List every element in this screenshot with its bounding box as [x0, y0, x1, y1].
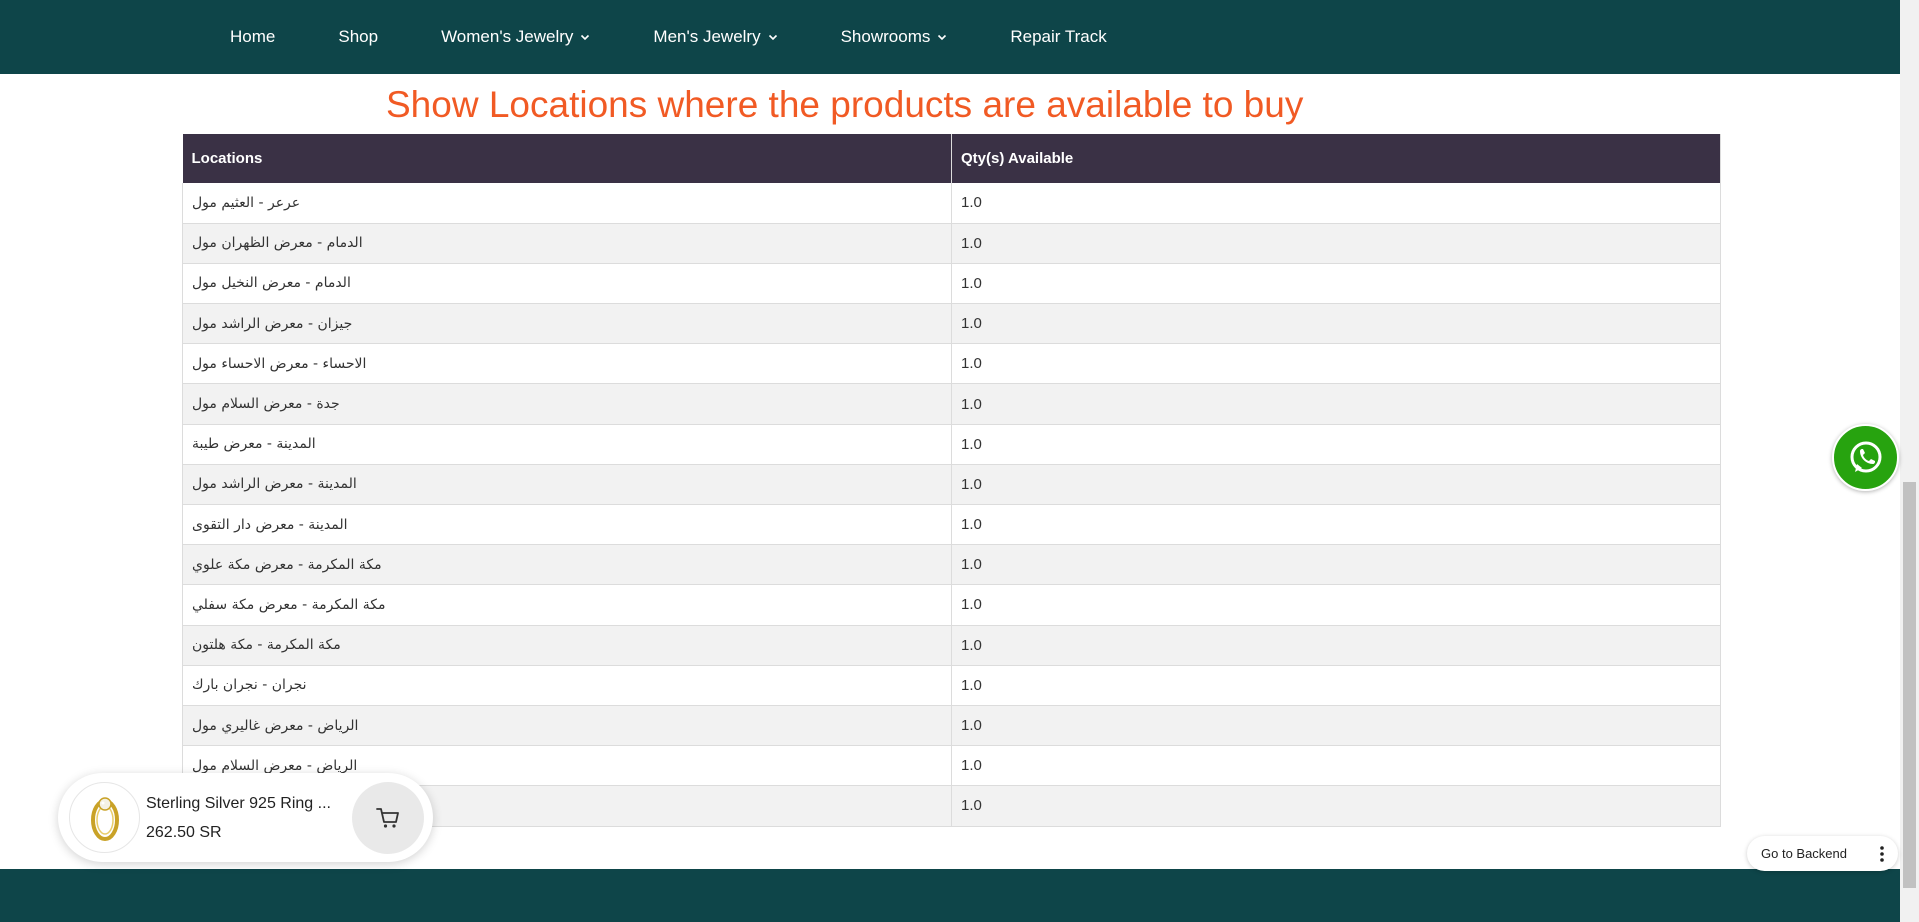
- table-row: مكة المكرمة - معرض مكة سفلي 1.0: [182, 584, 1721, 626]
- nav-item-label: Shop: [338, 27, 379, 46]
- kebab-menu-button[interactable]: [1867, 839, 1896, 868]
- column-header-qty: Qty(s) Available: [951, 134, 1721, 183]
- location-cell: جدة - معرض السلام مول: [182, 383, 952, 425]
- qty-cell: 1.0: [951, 303, 1721, 345]
- table-row: مكة المكرمة - معرض مكة علوي 1.0: [182, 544, 1721, 586]
- location-cell: الدمام - معرض النخيل مول: [182, 263, 952, 305]
- qty-cell: 1.0: [951, 504, 1721, 546]
- nav-item-label: Showrooms: [840, 27, 931, 46]
- qty-cell: 1.0: [951, 183, 1721, 224]
- qty-cell: 1.0: [951, 705, 1721, 747]
- nav-item-home[interactable]: Home: [230, 27, 275, 47]
- page-scrollbar[interactable]: [1900, 0, 1919, 922]
- qty-cell: 1.0: [951, 785, 1721, 827]
- whatsapp-icon: [1850, 441, 1881, 472]
- qty-cell: 1.0: [951, 464, 1721, 506]
- qty-cell: 1.0: [951, 544, 1721, 586]
- whatsapp-button[interactable]: [1832, 424, 1899, 491]
- top-navigation: Home Shop Women's Jewelry Men's Jewelry Show…: [0, 0, 1900, 74]
- locations-table: Locations Qty(s) Available عرعر - العثيم…: [182, 134, 1721, 827]
- nav-item-men-s-jewelry[interactable]: Men's Jewelry: [653, 27, 777, 47]
- qty-cell: 1.0: [951, 263, 1721, 305]
- product-price: 262.50 SR: [146, 824, 222, 841]
- chevron-down-icon: [581, 34, 590, 41]
- table-row: عرعر - العثيم مول 1.0: [182, 183, 1721, 224]
- location-cell: المدينة - معرض طيبة: [182, 424, 952, 465]
- table-row: الدمام - معرض النخيل مول 1.0: [182, 263, 1721, 305]
- kebab-menu-icon: [1879, 845, 1884, 862]
- location-cell: الاحساء - معرض الاحساء مول: [182, 343, 952, 385]
- nav-item-women-s-jewelry[interactable]: Women's Jewelry: [441, 27, 590, 47]
- location-cell: نجران - نجران بارك: [182, 665, 952, 706]
- nav-item-label: Men's Jewelry: [653, 27, 761, 46]
- chevron-down-icon: [768, 34, 777, 41]
- nav-item-shop[interactable]: Shop: [338, 27, 378, 47]
- qty-cell: 1.0: [951, 383, 1721, 425]
- qty-cell: 1.0: [951, 343, 1721, 385]
- chevron-down-icon: [938, 34, 947, 41]
- nav-item-label: Repair Track: [1010, 27, 1107, 46]
- column-header-locations: Locations: [182, 134, 952, 183]
- location-cell: جيزان - معرض الراشد مول: [182, 303, 952, 345]
- table-row: الاحساء - معرض الاحساء مول 1.0: [182, 343, 1721, 385]
- nav-item-label: Women's Jewelry: [441, 27, 574, 46]
- qty-cell: 1.0: [951, 424, 1721, 465]
- nav-item-showrooms[interactable]: Showrooms: [841, 27, 948, 47]
- product-thumbnail[interactable]: [69, 782, 140, 853]
- table-row: الرياض - معرض غاليري مول 1.0: [182, 705, 1721, 747]
- table-row: جيزان - معرض الراشد مول 1.0: [182, 303, 1721, 345]
- table-row: نجران - نجران بارك 1.0: [182, 665, 1721, 706]
- backend-toolbar: Go to Backend: [1747, 836, 1898, 871]
- page-heading: Show Locations where the products are av…: [386, 84, 1304, 125]
- table-row: مكة المكرمة - مكة هلتون 1.0: [182, 625, 1721, 666]
- go-to-backend-link[interactable]: Go to Backend: [1761, 846, 1847, 861]
- qty-cell: 1.0: [951, 745, 1721, 787]
- qty-cell: 1.0: [951, 223, 1721, 264]
- scrollbar-thumb[interactable]: [1903, 482, 1916, 888]
- location-cell: المدينة - معرض الراشد مول: [182, 464, 952, 506]
- footer-bar: [0, 869, 1900, 922]
- location-cell: المدينة - معرض دار التقوى: [182, 504, 952, 546]
- table-row: الدمام - معرض الظهران مول 1.0: [182, 223, 1721, 264]
- table-row: المدينة - معرض دار التقوى 1.0: [182, 504, 1721, 546]
- table-row: المدينة - معرض طيبة 1.0: [182, 424, 1721, 465]
- location-cell: الرياض - معرض غاليري مول: [182, 705, 952, 747]
- location-cell: مكة المكرمة - مكة هلتون: [182, 625, 952, 666]
- location-cell: الدمام - معرض الظهران مول: [182, 223, 952, 264]
- qty-cell: 1.0: [951, 584, 1721, 626]
- table-row: جدة - معرض السلام مول 1.0: [182, 383, 1721, 425]
- ring-thumbnail: [90, 796, 119, 841]
- table-row: المدينة - معرض الراشد مول 1.0: [182, 464, 1721, 506]
- location-cell: عرعر - العثيم مول: [182, 183, 952, 224]
- location-cell: مكة المكرمة - معرض مكة علوي: [182, 544, 952, 586]
- sticky-add-to-cart: Sterling Silver 925 Ring ... 262.50 SR: [58, 773, 433, 862]
- add-to-cart-button[interactable]: [352, 782, 424, 854]
- nav-item-label: Home: [230, 27, 276, 46]
- qty-cell: 1.0: [951, 625, 1721, 666]
- cart-icon: [376, 808, 399, 828]
- nav-item-repair-track[interactable]: Repair Track: [1010, 27, 1106, 47]
- location-cell: مكة المكرمة - معرض مكة سفلي: [182, 584, 952, 626]
- qty-cell: 1.0: [951, 665, 1721, 706]
- product-name: Sterling Silver 925 Ring ...: [146, 795, 331, 812]
